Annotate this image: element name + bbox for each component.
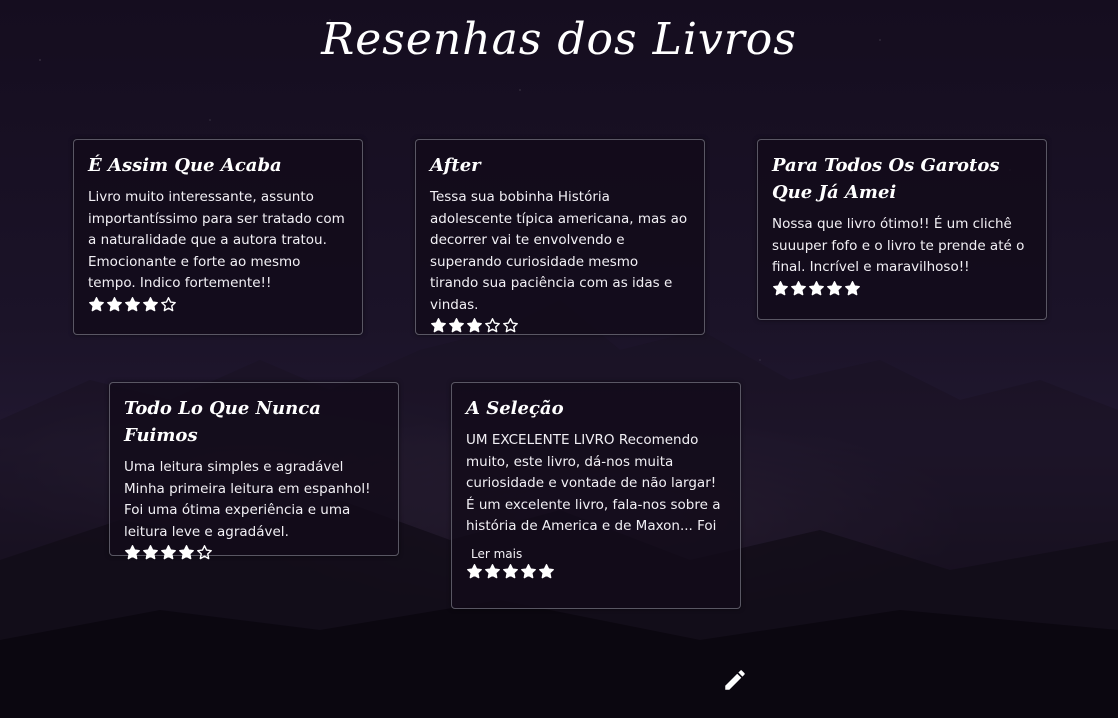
star-filled-icon [125, 296, 140, 311]
star-empty-icon [485, 318, 500, 333]
star-filled-icon [161, 545, 176, 560]
star-empty-icon [503, 318, 518, 333]
star-filled-icon [503, 564, 518, 579]
review-title: Para Todos Os Garotos Que Já Amei [772, 155, 1000, 203]
background-mountains [0, 300, 1118, 718]
review-card: É Assim Que Acaba Livro muito interessan… [73, 139, 363, 335]
star-empty-icon [197, 545, 212, 560]
star-filled-icon [89, 296, 104, 311]
star-empty-icon [161, 296, 176, 311]
star-rating [88, 296, 348, 313]
pencil-icon[interactable] [722, 667, 748, 693]
review-text: Tessa sua bobinha História adolescente t… [430, 189, 688, 313]
review-card: Para Todos Os Garotos Que Já Amei Nossa … [757, 139, 1047, 320]
star-rating [772, 280, 1032, 297]
star-filled-icon [791, 280, 806, 295]
star-filled-icon [539, 564, 554, 579]
review-card: A Seleção UM EXCELENTE LIVRO Recomendo m… [451, 382, 741, 609]
star-filled-icon [179, 545, 194, 560]
review-text: UM EXCELENTE LIVRO Recomendo muito, este… [466, 432, 721, 534]
page-title: Resenhas dos Livros [321, 14, 797, 65]
star-filled-icon [125, 545, 140, 560]
star-filled-icon [827, 280, 842, 295]
star-filled-icon [467, 564, 482, 579]
star-filled-icon [521, 564, 536, 579]
star-rating [124, 544, 384, 561]
star-filled-icon [107, 296, 122, 311]
star-filled-icon [431, 318, 446, 333]
read-more-link[interactable]: Ler mais [471, 547, 522, 561]
review-title: After [430, 155, 481, 176]
star-filled-icon [143, 545, 158, 560]
review-card: Todo Lo Que Nunca Fuimos Uma leitura sim… [109, 382, 399, 560]
review-text: Uma leitura simples e agradável Minha pr… [124, 459, 371, 540]
review-title: Todo Lo Que Nunca Fuimos [124, 398, 321, 446]
star-filled-icon [143, 296, 158, 311]
review-text: Livro muito interessante, assunto import… [88, 189, 345, 291]
review-title: A Seleção [466, 398, 564, 419]
star-filled-icon [449, 318, 464, 333]
star-filled-icon [845, 280, 860, 295]
star-rating [430, 317, 690, 334]
star-filled-icon [809, 280, 824, 295]
review-card: After Tessa sua bobinha História adolesc… [415, 139, 705, 335]
background-stars [0, 0, 1118, 718]
star-filled-icon [485, 564, 500, 579]
review-title: É Assim Que Acaba [88, 155, 282, 176]
star-rating [466, 563, 726, 580]
review-text: Nossa que livro ótimo!! É um clichê suuu… [772, 216, 1025, 275]
star-filled-icon [467, 318, 482, 333]
star-filled-icon [773, 280, 788, 295]
